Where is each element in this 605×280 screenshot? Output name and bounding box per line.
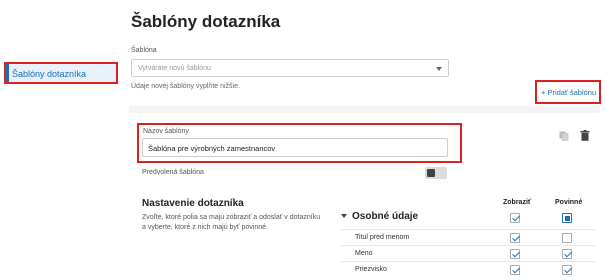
template-select-value: Vytvárate novú šablónu	[138, 65, 211, 72]
template-name-input[interactable]: Šablóna pre výrobných zamestnancov	[142, 138, 448, 157]
template-select[interactable]: Vytvárate novú šablónu	[131, 59, 449, 77]
main-content: Šablóny dotazníka Šablóna Vytvárate novú…	[122, 0, 605, 280]
collapse-triangle-icon[interactable]	[341, 214, 347, 219]
template-name-label: Názov šablóny	[143, 128, 189, 135]
sidebar-item-templates[interactable]: Šablóny dotazníka	[4, 62, 118, 84]
template-card: Názov šablóny Šablóna pre výrobných zame…	[129, 106, 599, 280]
column-header-required: Povinné	[555, 199, 583, 206]
sidebar-item-label: Šablóny dotazníka	[12, 69, 87, 79]
column-header-show: Zobraziť	[503, 199, 532, 206]
section-header-personal[interactable]: Osobné údaje	[341, 211, 418, 222]
section-title: Osobné údaje	[352, 211, 419, 222]
field-row: Meno	[341, 245, 595, 261]
field-required-checkbox[interactable]	[562, 265, 572, 275]
template-select-label: Šablóna	[131, 47, 157, 54]
page-title: Šablóny dotazníka	[131, 12, 281, 31]
field-row: Titul pred menom	[341, 229, 595, 245]
toggle-knob	[427, 169, 435, 177]
caret-down-icon	[436, 67, 442, 71]
settings-description: Zvoľte, ktoré polia sa majú zobraziť a o…	[142, 214, 321, 231]
field-row-label: Meno	[355, 250, 373, 257]
template-name-group: Názov šablóny Šablóna pre výrobných zame…	[137, 123, 462, 163]
field-show-checkbox[interactable]	[510, 265, 520, 275]
add-template-button[interactable]: + Pridať šablónu	[535, 80, 601, 104]
trash-icon[interactable]	[580, 130, 590, 141]
field-required-checkbox[interactable]	[562, 233, 572, 243]
field-show-checkbox[interactable]	[510, 233, 520, 243]
sidebar: Šablóny dotazníka	[0, 0, 122, 280]
section-required-checkbox[interactable]	[562, 213, 572, 223]
field-show-checkbox[interactable]	[510, 249, 520, 259]
section-show-checkbox[interactable]	[510, 213, 520, 223]
field-required-checkbox[interactable]	[562, 249, 572, 259]
copy-icon[interactable]	[559, 131, 569, 141]
active-indicator	[6, 64, 9, 82]
settings-title: Nastavenie dotazníka	[142, 198, 244, 209]
hint-text: Údaje novej šablóny vyplňte nižšie.	[131, 83, 240, 90]
default-template-toggle[interactable]	[425, 167, 447, 179]
default-template-label: Predvolená šablóna	[142, 169, 204, 176]
field-row-label: Priezvisko	[355, 266, 387, 273]
field-row-label: Titul pred menom	[355, 234, 410, 241]
template-card-body: Názov šablóny Šablóna pre výrobných zame…	[129, 113, 599, 280]
field-row: Priezvisko	[341, 261, 595, 277]
